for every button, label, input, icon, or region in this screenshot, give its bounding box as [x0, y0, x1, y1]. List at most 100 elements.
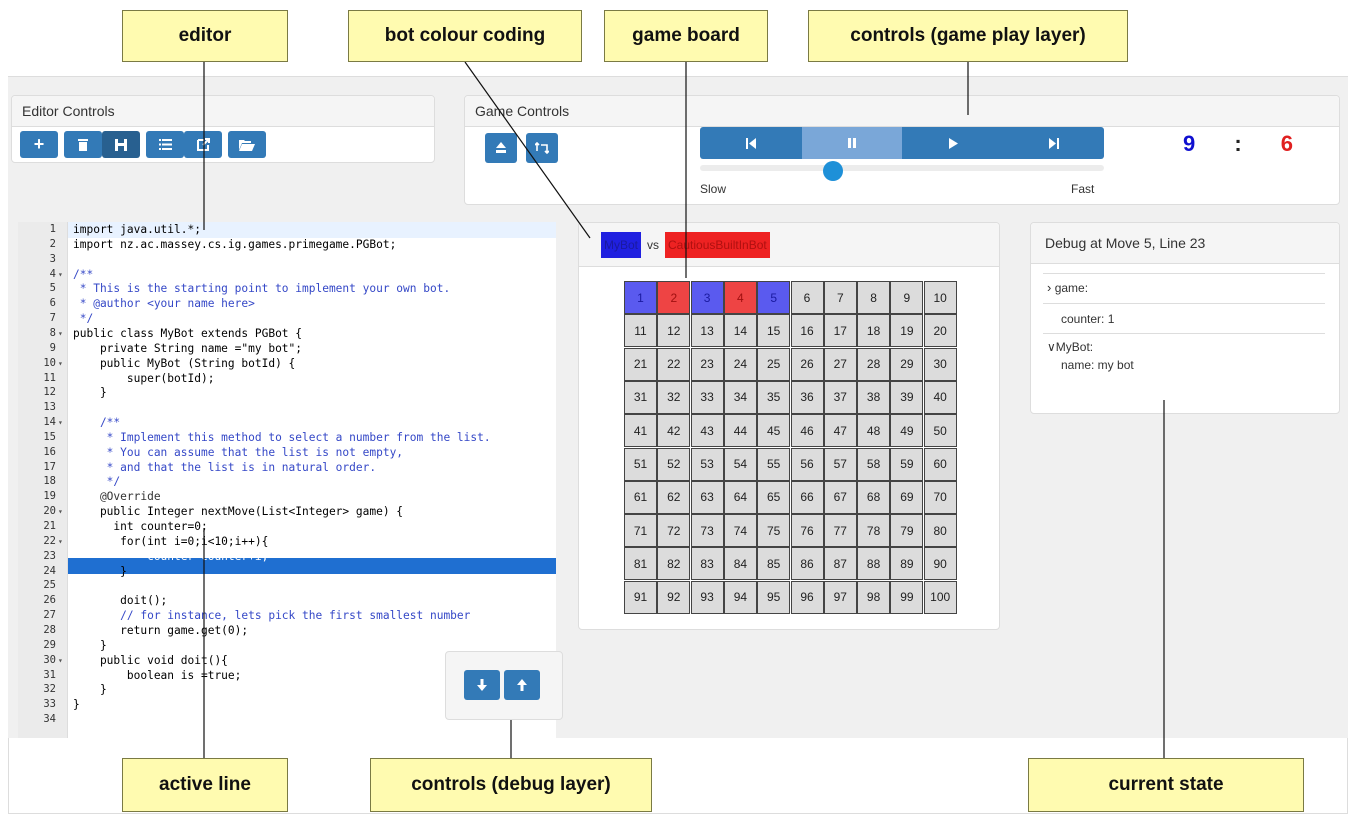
board-cell[interactable]: 85 [757, 547, 791, 581]
board-cell[interactable]: 82 [657, 547, 691, 581]
board-cell[interactable]: 96 [790, 580, 824, 614]
board-cell[interactable]: 11 [624, 314, 657, 348]
board-cell[interactable]: 32 [657, 380, 691, 414]
board-cell[interactable]: 24 [723, 347, 757, 381]
code-line[interactable]: public MyBot (String botId) { [73, 357, 295, 370]
board-cell[interactable]: 5 [757, 281, 791, 314]
fold-toggle-icon[interactable]: ▾ [58, 329, 63, 338]
fold-toggle-icon[interactable]: ▾ [58, 270, 63, 279]
board-cell[interactable]: 89 [890, 547, 924, 581]
board-cell[interactable]: 6 [790, 281, 824, 314]
board-cell[interactable]: 67 [823, 480, 857, 514]
code-line[interactable]: public class MyBot extends PGBot { [73, 327, 302, 340]
code-line[interactable]: */ [73, 312, 93, 325]
board-cell[interactable]: 70 [923, 480, 957, 514]
board-cell[interactable]: 39 [890, 380, 924, 414]
board-cell[interactable]: 18 [857, 314, 891, 348]
board-cell[interactable]: 65 [757, 480, 791, 514]
delete-button[interactable] [64, 131, 102, 158]
board-cell[interactable]: 20 [923, 314, 957, 348]
pause-button[interactable] [802, 127, 902, 159]
board-cell[interactable]: 79 [890, 514, 924, 548]
board-cell[interactable]: 88 [857, 547, 891, 581]
board-cell[interactable]: 44 [723, 414, 757, 448]
board-cell[interactable]: 25 [757, 347, 791, 381]
step-forward-button[interactable] [1004, 127, 1104, 159]
board-cell[interactable]: 4 [723, 281, 757, 314]
board-cell[interactable]: 56 [790, 447, 824, 481]
board-cell[interactable]: 60 [923, 447, 957, 481]
code-line[interactable]: * You can assume that the list is not em… [73, 446, 403, 459]
board-cell[interactable]: 90 [923, 547, 957, 581]
board-cell[interactable]: 40 [923, 380, 957, 414]
code-line[interactable]: super(botId); [73, 372, 215, 385]
board-cell[interactable]: 57 [823, 447, 857, 481]
board-cell[interactable]: 81 [624, 547, 657, 581]
board-cell[interactable]: 73 [690, 514, 724, 548]
code-line[interactable]: import nz.ac.massey.cs.ig.games.primegam… [73, 238, 396, 251]
board-cell[interactable]: 15 [757, 314, 791, 348]
board-cell[interactable]: 42 [657, 414, 691, 448]
code-line[interactable]: * and that the list is in natural order. [73, 461, 376, 474]
code-line[interactable]: private String name ="my bot"; [73, 342, 302, 355]
code-line[interactable]: return game.get(0); [73, 624, 248, 637]
board-cell[interactable]: 71 [624, 514, 657, 548]
board-cell[interactable]: 80 [923, 514, 957, 548]
code-line[interactable]: /** [73, 268, 93, 281]
board-cell[interactable]: 26 [790, 347, 824, 381]
board-cell[interactable]: 12 [657, 314, 691, 348]
step-back-button[interactable] [700, 127, 802, 159]
board-cell[interactable]: 14 [723, 314, 757, 348]
code-line[interactable]: } [73, 639, 107, 652]
list-button[interactable] [146, 131, 184, 158]
fold-toggle-icon[interactable]: ▾ [58, 359, 63, 368]
code-line[interactable]: counter=counter+i; [73, 550, 268, 563]
board-cell[interactable]: 74 [723, 514, 757, 548]
board-cell[interactable]: 9 [890, 281, 924, 314]
board-cell[interactable]: 97 [823, 580, 857, 614]
board-cell[interactable]: 37 [823, 380, 857, 414]
code-line[interactable]: * @author <your name here> [73, 297, 255, 310]
reset-button[interactable] [485, 133, 517, 163]
open-folder-button[interactable] [228, 131, 266, 158]
board-cell[interactable]: 91 [624, 580, 657, 614]
board-cell[interactable]: 64 [723, 480, 757, 514]
board-cell[interactable]: 47 [823, 414, 857, 448]
board-cell[interactable]: 27 [823, 347, 857, 381]
board-cell[interactable]: 34 [723, 380, 757, 414]
code-line[interactable]: } [73, 565, 127, 578]
board-cell[interactable]: 50 [923, 414, 957, 448]
board-cell[interactable]: 28 [857, 347, 891, 381]
board-cell[interactable]: 93 [690, 580, 724, 614]
board-cell[interactable]: 83 [690, 547, 724, 581]
swap-button[interactable] [526, 133, 558, 163]
speed-slider-knob[interactable] [823, 161, 844, 181]
board-cell[interactable]: 75 [757, 514, 791, 548]
code-line[interactable]: public void doit(){ [73, 654, 228, 667]
board-cell[interactable]: 13 [690, 314, 724, 348]
board-cell[interactable]: 19 [890, 314, 924, 348]
board-cell[interactable]: 52 [657, 447, 691, 481]
board-cell[interactable]: 86 [790, 547, 824, 581]
speed-slider-track[interactable] [700, 165, 1104, 171]
export-button[interactable] [184, 131, 222, 158]
debug-row-mybot[interactable]: ∨MyBot: [1043, 333, 1325, 360]
code-line[interactable]: */ [73, 475, 120, 488]
code-line[interactable]: public Integer nextMove(List<Integer> ga… [73, 505, 403, 518]
board-cell[interactable]: 38 [857, 380, 891, 414]
step-out-button[interactable] [504, 670, 540, 700]
board-cell[interactable]: 69 [890, 480, 924, 514]
board-cell[interactable]: 23 [690, 347, 724, 381]
code-line[interactable]: int counter=0; [73, 520, 207, 533]
code-line[interactable]: boolean is =true; [73, 669, 242, 682]
board-cell[interactable]: 29 [890, 347, 924, 381]
board-cell[interactable]: 10 [923, 281, 957, 314]
board-cell[interactable]: 95 [757, 580, 791, 614]
step-into-button[interactable] [464, 670, 500, 700]
board-cell[interactable]: 76 [790, 514, 824, 548]
fold-toggle-icon[interactable]: ▾ [58, 537, 63, 546]
code-line[interactable]: import java.util.*; [73, 223, 201, 236]
board-cell[interactable]: 58 [857, 447, 891, 481]
board-cell[interactable]: 7 [823, 281, 857, 314]
board-cell[interactable]: 55 [757, 447, 791, 481]
